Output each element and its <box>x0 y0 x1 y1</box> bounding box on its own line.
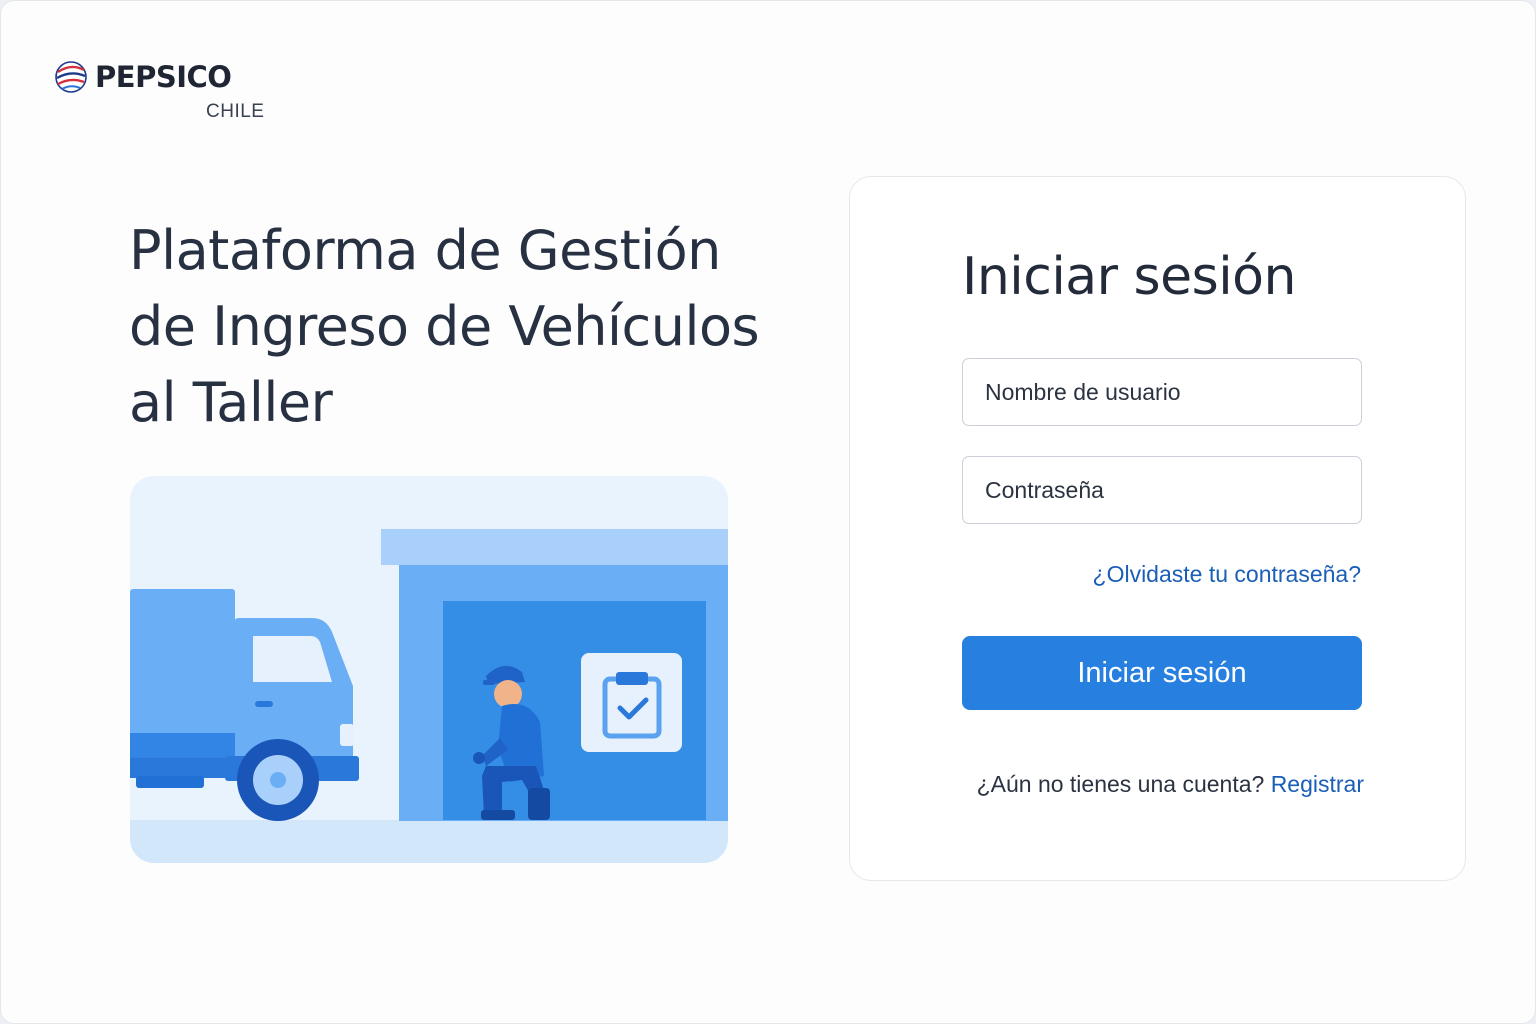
register-prompt: ¿Aún no tienes una cuenta? Registrar <box>962 771 1364 798</box>
forgot-password-link[interactable]: ¿Olvidaste tu contraseña? <box>1093 561 1361 588</box>
login-button[interactable]: Iniciar sesión <box>962 636 1362 710</box>
clipboard-check-icon <box>581 653 682 752</box>
username-field[interactable] <box>962 358 1362 426</box>
brand-name: PEPSICO <box>95 60 232 94</box>
login-card: Iniciar sesión ¿Olvidaste tu contraseña?… <box>849 176 1466 881</box>
brand-country: CHILE <box>206 101 265 122</box>
page-title: Plataforma de Gestión de Ingreso de Vehí… <box>129 213 809 441</box>
title-line-2: de Ingreso de Vehículos <box>129 295 760 358</box>
pepsico-globe-icon <box>55 61 87 93</box>
no-account-text: ¿Aún no tienes una cuenta? <box>976 771 1265 797</box>
title-line-3: al Taller <box>129 371 333 434</box>
title-line-1: Plataforma de Gestión <box>129 219 721 282</box>
brand-logo: PEPSICO CHILE <box>53 59 273 129</box>
login-title: Iniciar sesión <box>962 247 1296 307</box>
app-window: PEPSICO CHILE Plataforma de Gestión de I… <box>0 0 1536 1024</box>
password-field[interactable] <box>962 456 1362 524</box>
register-link[interactable]: Registrar <box>1271 771 1364 797</box>
truck-garage-illustration <box>130 476 728 863</box>
